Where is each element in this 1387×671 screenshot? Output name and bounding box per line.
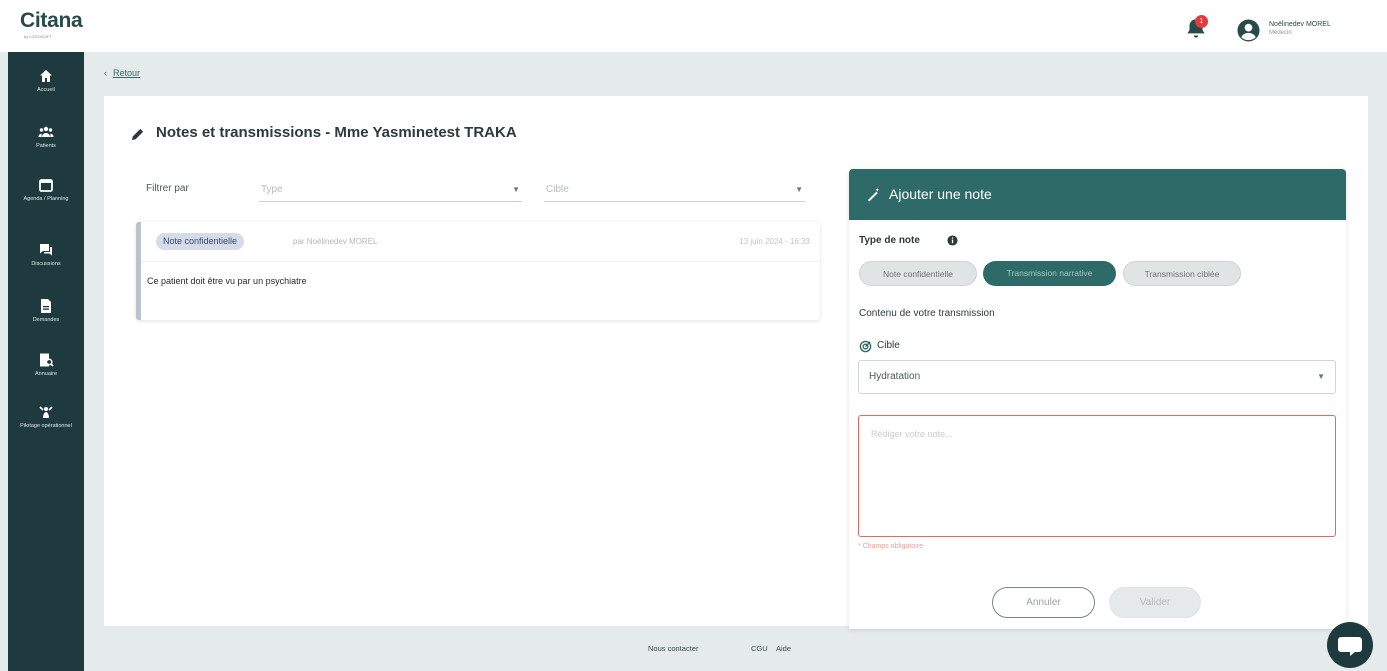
chip-note-confidentielle[interactable]: Note confidentielle — [859, 261, 977, 286]
add-note-title: Ajouter une note — [889, 186, 992, 202]
sidebar-item-label: Demandes — [32, 317, 60, 323]
back-label: Retour — [113, 68, 141, 78]
top-bar: Citana by LOGOSOFT 1 Noëlinedev MOREL Mé… — [0, 0, 1387, 52]
cible-select[interactable]: Hydratation ▼ — [858, 360, 1336, 394]
caret-down-icon: ▼ — [795, 185, 803, 194]
note-textarea[interactable]: Rédiger votre note... — [858, 415, 1336, 537]
sidebar-item-agenda[interactable]: Agenda / Planning — [8, 177, 84, 203]
logo-subtitle: by LOGOSOFT — [24, 34, 52, 39]
patients-icon — [38, 126, 54, 137]
note-type-label: Type de note — [859, 235, 920, 246]
filter-type-placeholder: Type — [261, 184, 283, 195]
sidebar-item-patients[interactable]: Patients — [8, 124, 84, 150]
citana-logo[interactable]: Citana by LOGOSOFT — [20, 9, 83, 39]
sidebar-item-label: Pilotage opérationnel — [20, 423, 72, 429]
page-title: Notes et transmissions - Mme Yasminetest… — [156, 124, 517, 141]
pencil-icon — [131, 128, 144, 141]
cible-value: Hydratation — [869, 371, 921, 382]
calendar-icon — [39, 179, 53, 192]
home-icon — [40, 70, 52, 82]
chat-bubble-icon — [1338, 637, 1362, 656]
sidebar-item-discussions[interactable]: Discussions — [8, 242, 84, 268]
steering-icon — [39, 406, 53, 418]
sidebar-item-annuaire[interactable]: Annuaire — [8, 352, 84, 378]
note-textarea-placeholder: Rédiger votre note... — [871, 429, 953, 439]
back-arrow-icon: ‹ — [104, 68, 107, 78]
info-icon[interactable] — [947, 235, 958, 246]
user-name[interactable]: Noëlinedev MOREL — [1269, 21, 1331, 28]
filter-cible-select[interactable]: Cible ▼ — [544, 180, 805, 202]
notification-badge: 1 — [1195, 15, 1208, 28]
chip-transmission-narrative[interactable]: Transmission narrative — [983, 261, 1116, 286]
filter-cible-placeholder: Cible — [546, 184, 569, 195]
directory-icon — [40, 353, 54, 367]
add-note-header: Ajouter une note — [849, 169, 1346, 220]
note-author: par Noëlinedev MOREL — [293, 237, 378, 246]
footer-cgu-link[interactable]: CGU — [751, 644, 768, 653]
sidebar-item-demandes[interactable]: Demandes — [8, 298, 84, 324]
caret-down-icon: ▼ — [1317, 372, 1325, 381]
add-note-card: Ajouter une note Type de note Note confi… — [849, 169, 1346, 629]
sidebar-item-pilotage[interactable]: Pilotage opérationnel — [8, 404, 84, 430]
sidebar-item-label: Annuaire — [34, 371, 58, 377]
chat-support-button[interactable] — [1327, 622, 1373, 668]
user-role: Médecin — [1269, 30, 1292, 36]
note-date: 13 juin 2024 - 16:33 — [739, 237, 810, 246]
note-card[interactable]: Note confidentielle par Noëlinedev MOREL… — [136, 222, 820, 320]
document-icon — [41, 299, 51, 313]
logo-text: Citana — [20, 9, 83, 32]
required-field-message: * Champs obligatoire — [858, 543, 923, 550]
filter-label: Filtrer par — [146, 183, 189, 194]
note-header: Note confidentielle par Noëlinedev MOREL… — [141, 222, 820, 262]
footer-contact-link[interactable]: Nous contacter — [648, 644, 698, 653]
cancel-button[interactable]: Annuler — [992, 587, 1095, 618]
validate-button[interactable]: Valider — [1109, 587, 1201, 618]
sidebar-item-label: Patients — [36, 143, 56, 149]
back-link[interactable]: ‹ Retour — [104, 68, 140, 78]
caret-down-icon: ▼ — [512, 185, 520, 194]
note-body: Ce patient doit être vu par un psychiatr… — [147, 276, 307, 286]
filter-type-select[interactable]: Type ▼ — [259, 180, 522, 202]
footer-help-link[interactable]: Aide — [776, 644, 791, 653]
chat-icon — [40, 244, 52, 256]
sidebar-item-accueil[interactable]: Accueil — [8, 68, 84, 94]
magic-wand-icon — [867, 187, 880, 202]
user-avatar-icon[interactable] — [1237, 19, 1260, 42]
cible-label: Cible — [877, 340, 900, 351]
sidebar: Accueil Patients Agenda / Planning Discu… — [8, 52, 84, 671]
sidebar-item-label: Accueil — [37, 87, 55, 93]
content-label: Contenu de votre transmission — [859, 308, 995, 319]
target-icon — [859, 340, 872, 353]
note-type-badge: Note confidentielle — [156, 233, 245, 250]
sidebar-item-label: Discussions — [31, 261, 61, 267]
sidebar-item-label: Agenda / Planning — [23, 196, 69, 202]
chip-transmission-ciblee[interactable]: Transmission ciblée — [1123, 261, 1241, 286]
